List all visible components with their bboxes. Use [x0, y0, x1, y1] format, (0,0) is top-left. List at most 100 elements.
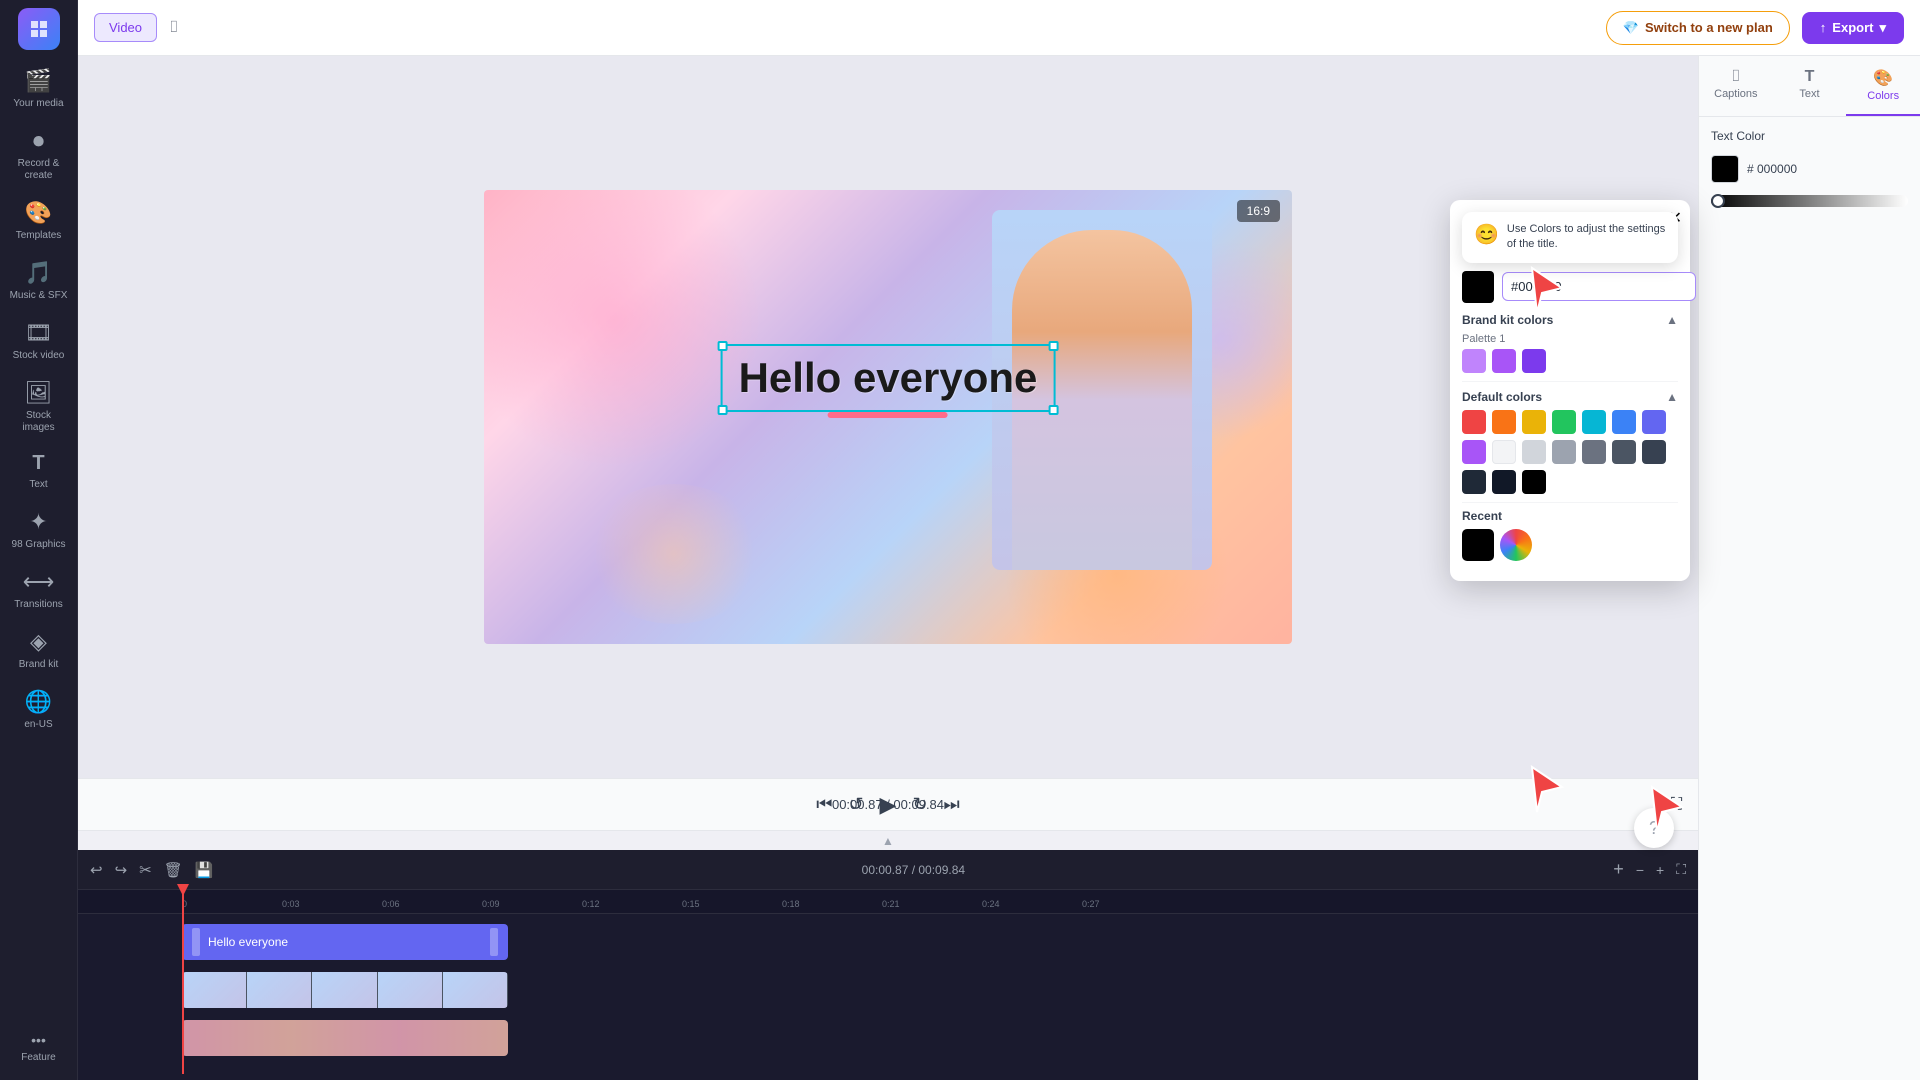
default-collapse-icon[interactable]: ▲ — [1666, 390, 1678, 404]
swatch-black2[interactable] — [1522, 470, 1546, 494]
ruler-mark-21: 0:21 — [882, 899, 900, 909]
tab-text[interactable]: T Text — [1773, 56, 1847, 116]
ruler-mark-18: 0:18 — [782, 899, 800, 909]
sidebar-item-media[interactable]: 🎬 Your media — [5, 60, 73, 118]
swatch-darkest-gray[interactable] — [1462, 470, 1486, 494]
sidebar-item-stock-images[interactable]: 🖼 Stock images — [5, 372, 73, 442]
bg-track[interactable] — [182, 1020, 508, 1056]
video-track[interactable] — [182, 972, 508, 1008]
swatch-purple-light[interactable] — [1462, 349, 1486, 373]
opacity-gradient-bar[interactable] — [1711, 195, 1908, 207]
video-thumb-4 — [378, 972, 443, 1008]
text-color-row: Text Color — [1711, 129, 1908, 143]
swatch-purple[interactable] — [1462, 440, 1486, 464]
sidebar-item-music[interactable]: 🎵 Music & SFX — [5, 252, 73, 310]
swatch-purple-dark[interactable] — [1522, 349, 1546, 373]
tab-video[interactable]: Video — [94, 13, 157, 42]
divider2 — [1462, 502, 1678, 503]
swatch-purple-mid[interactable] — [1492, 349, 1516, 373]
brand-collapse-icon[interactable]: ▲ — [1666, 313, 1678, 327]
color-picker-popup: ✕ 😊 Use Colors to adjust the settings of… — [1450, 200, 1690, 581]
export-button[interactable]: ↑ Export ▾ — [1802, 12, 1904, 44]
timeline: ↩ ↪ ✂ 🗑 💾 00:00.87 / 00:09.84 + − + ⛶ 0 … — [78, 850, 1698, 1080]
swatch-blue[interactable] — [1612, 410, 1636, 434]
swatch-gray[interactable] — [1582, 440, 1606, 464]
tab-colors[interactable]: 🎨 Colors — [1846, 56, 1920, 116]
video-thumb-1 — [182, 972, 247, 1008]
text-color-label: Text Color — [1711, 129, 1908, 143]
handle-tr[interactable] — [1048, 341, 1058, 351]
help-button[interactable]: ? — [1634, 808, 1674, 848]
handle-br[interactable] — [1048, 405, 1058, 415]
brand-colors-header: Brand kit colors ▲ — [1462, 313, 1678, 327]
sidebar-item-more[interactable]: ••• Feature — [5, 1024, 73, 1072]
delete-button[interactable]: 🗑 — [164, 861, 183, 879]
colors-icon-tab: 🎨 — [1852, 68, 1914, 88]
right-panel: ⌷ Captions T Text 🎨 Colors Text Color # … — [1698, 56, 1920, 1080]
swatch-yellow[interactable] — [1522, 410, 1546, 434]
swatch-light-gray[interactable] — [1522, 440, 1546, 464]
app-logo[interactable] — [18, 8, 60, 50]
sidebar-item-text[interactable]: T Text — [5, 444, 73, 499]
text-track-handle-left[interactable] — [192, 928, 200, 956]
sidebar-item-music-label: Music & SFX — [10, 290, 68, 302]
swatch-recent-black[interactable] — [1462, 529, 1494, 561]
sidebar-item-text-label: Text — [29, 479, 47, 491]
divider1 — [1462, 381, 1678, 382]
sidebar-item-templates[interactable]: 🎨 Templates — [5, 192, 73, 250]
sidebar-item-transitions[interactable]: ⟷ Transitions — [5, 561, 73, 619]
swatch-dark-gray[interactable] — [1612, 440, 1636, 464]
swatch-black1[interactable] — [1492, 470, 1516, 494]
selected-color-box[interactable] — [1462, 271, 1494, 303]
switch-plan-button[interactable]: 💎 Switch to a new plan — [1606, 11, 1790, 45]
gradient-handle[interactable] — [1711, 194, 1725, 208]
swatch-white[interactable] — [1492, 440, 1516, 464]
playhead[interactable] — [182, 890, 184, 1074]
swatch-recent-gradient[interactable] — [1500, 529, 1532, 561]
right-panel-tabs: ⌷ Captions T Text 🎨 Colors — [1699, 56, 1920, 117]
canvas-text[interactable]: Hello everyone — [739, 354, 1038, 402]
handle-bl[interactable] — [718, 405, 728, 415]
video-thumb-5 — [443, 972, 508, 1008]
swatch-indigo[interactable] — [1642, 410, 1666, 434]
swatch-cyan[interactable] — [1582, 410, 1606, 434]
text-track-handle-right[interactable] — [490, 928, 498, 956]
fullscreen-button[interactable]: ⛶ — [1671, 796, 1682, 814]
swatch-orange[interactable] — [1492, 410, 1516, 434]
sidebar-item-graphics[interactable]: ✦ 98 Graphics — [5, 501, 73, 559]
text-track-label: Hello everyone — [208, 935, 288, 949]
text-container[interactable]: Hello everyone — [721, 344, 1056, 418]
redo-button[interactable]: ↪ — [115, 861, 128, 879]
text-color-preview[interactable] — [1711, 155, 1739, 183]
add-track-button[interactable]: + — [1613, 859, 1624, 880]
zoom-out-button[interactable]: − — [1636, 862, 1644, 878]
expand-timeline-bar[interactable]: ▲ — [78, 830, 1698, 850]
cut-button[interactable]: ✂ — [139, 861, 152, 879]
swatch-darker-gray[interactable] — [1642, 440, 1666, 464]
swatch-mid-gray[interactable] — [1552, 440, 1576, 464]
transitions-icon: ⟷ — [23, 569, 55, 595]
recent-swatches — [1462, 529, 1678, 561]
sidebar-item-brand[interactable]: ◈ Brand kit — [5, 621, 73, 679]
sidebar-item-record[interactable]: ⏺ Record & create — [5, 120, 73, 190]
sidebar-item-stock-video[interactable]: 🎞 Stock video — [5, 312, 73, 370]
swatch-red[interactable] — [1462, 410, 1486, 434]
zoom-in-button[interactable]: + — [1656, 862, 1664, 878]
expand-icon: ▲ — [882, 834, 894, 848]
canvas-frame: Hello everyone 16:9 — [484, 190, 1292, 644]
default-colors-header: Default colors ▲ — [1462, 390, 1678, 404]
text-track[interactable]: Hello everyone — [182, 924, 508, 960]
tab-captions[interactable]: ⌷ Captions — [1699, 56, 1773, 116]
skip-forward-button[interactable]: ⏭ — [944, 794, 960, 815]
skip-back-button[interactable]: ⏮ — [816, 794, 832, 815]
timeline-expand-button[interactable]: ⛶ — [1676, 861, 1686, 878]
export-label: Export — [1832, 20, 1873, 35]
handle-tl[interactable] — [718, 341, 728, 351]
sidebar-item-language[interactable]: 🌐 en-US — [5, 681, 73, 739]
bg-track-row — [78, 1018, 1698, 1062]
brand-colors-title: Brand kit colors — [1462, 313, 1553, 327]
save-button-tl[interactable]: 💾 — [195, 861, 214, 879]
undo-button[interactable]: ↩ — [90, 861, 103, 879]
swatch-green[interactable] — [1552, 410, 1576, 434]
hex-input[interactable] — [1502, 272, 1696, 301]
